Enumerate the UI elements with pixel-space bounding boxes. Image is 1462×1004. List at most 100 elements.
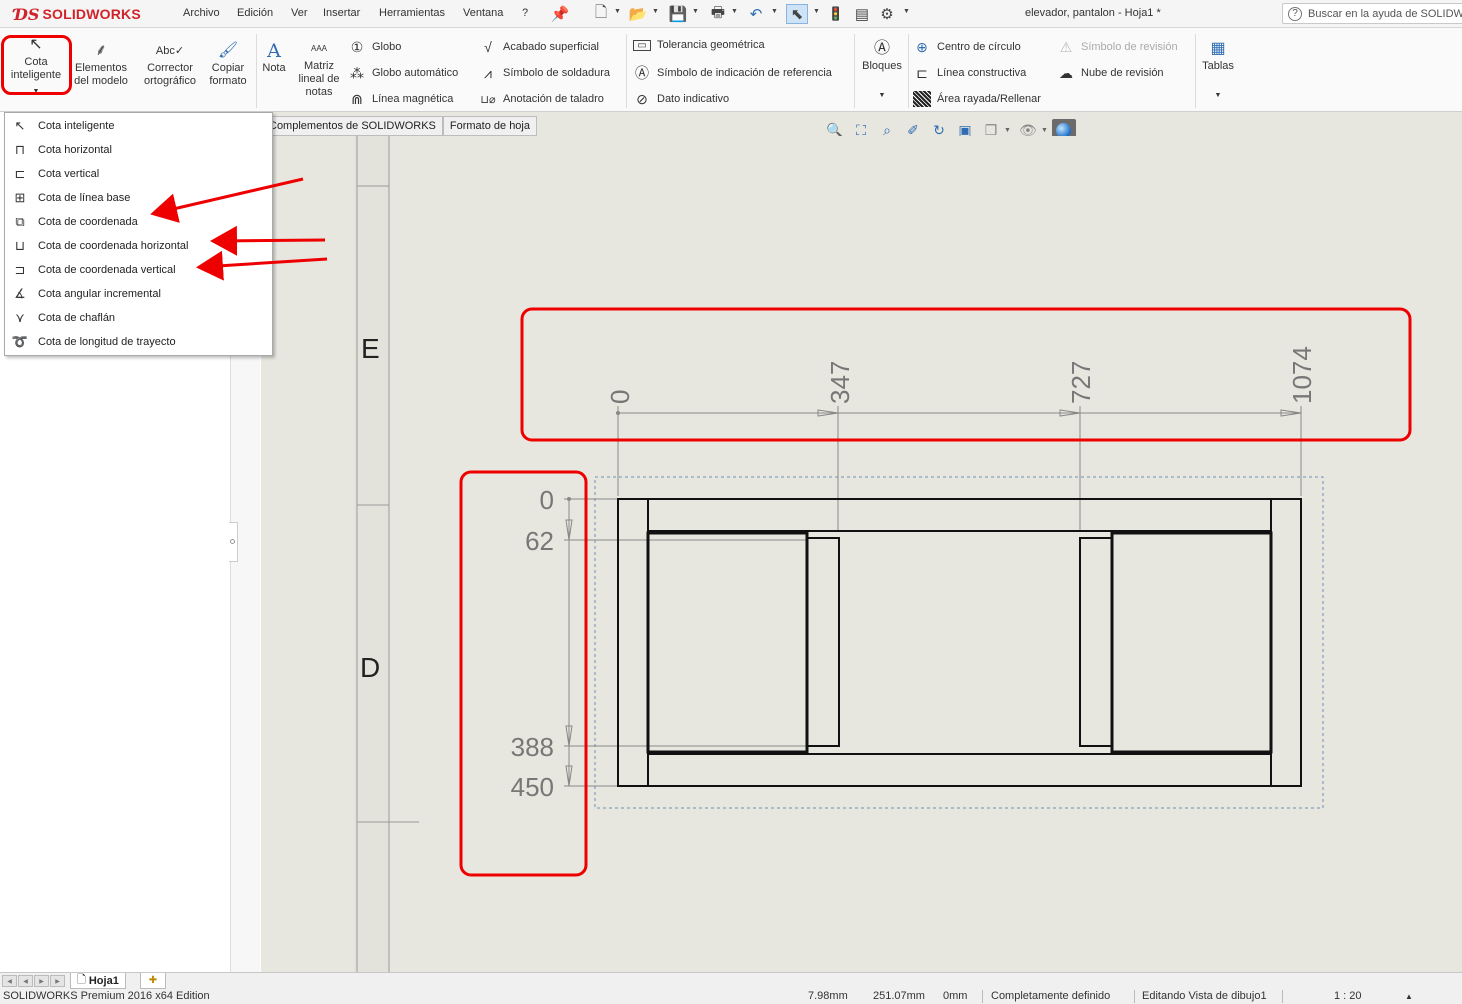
menu-item-label: Cota de coordenada vertical [38,264,176,276]
sheet-tab-hoja1[interactable]: 🗋 Hoja1 [70,973,126,989]
drawing-canvas[interactable]: E D 0 347 727 1074 0 62 388 450 [261,136,1462,972]
menu-ver[interactable]: Ver [291,7,308,19]
ribbon-separator [1195,34,1196,108]
drawing-view-boundary[interactable] [594,476,1324,809]
undo-dropdown-caret-icon[interactable]: ▼ [771,8,778,15]
note-button[interactable]: A Nota [259,42,289,75]
geometric-tolerance-icon: ▭ [633,39,651,51]
area-hatch-label: Área rayada/Rellenar [937,93,1041,105]
print-dropdown-caret-icon[interactable]: ▼ [731,8,738,15]
menu-item-label: Cota horizontal [38,144,112,156]
save-icon[interactable]: 💾 [668,4,688,24]
select-dropdown-caret-icon[interactable]: ▼ [813,8,820,15]
open-dropdown-caret-icon[interactable]: ▼ [652,8,659,15]
options-gear-icon[interactable]: ⚙ [877,4,897,24]
blocks-button[interactable]: Ⓐ Bloques ▼ [858,40,906,102]
tables-button[interactable]: ▦ Tablas ▼ [1198,40,1238,102]
menu-item-baseline-dimension[interactable]: ⊞ Cota de línea base [5,186,272,210]
magnetic-line-label: Línea magnética [372,93,454,105]
menu-item-vertical-dimension[interactable]: ⊏ Cota vertical [5,162,272,186]
menu-archivo[interactable]: Archivo [183,7,220,19]
tab-complementos[interactable]: Complementos de SOLIDWORKS [262,116,443,136]
balloon-button[interactable]: ① Globo [348,39,402,55]
status-scale[interactable]: 1 : 20 [1334,990,1362,1002]
magnetic-line-button[interactable]: ⋒ Línea magnética [348,91,453,107]
prev-sheet-icon[interactable]: ◀ [18,975,33,987]
menu-item-horizontal-dimension[interactable]: ⊓ Cota horizontal [5,138,272,162]
format-painter-button[interactable]: 🖌 Copiar formato [204,42,252,88]
menu-item-smart-dimension[interactable]: ↖ Cota inteligente [5,114,272,138]
auto-balloon-button[interactable]: ⁂ Globo automático [348,65,458,81]
tables-caret-icon[interactable]: ▼ [1198,89,1238,102]
print-icon[interactable]: 🖶 [708,4,728,24]
vertical-ordinate-dimensions[interactable] [564,497,807,787]
help-search-box[interactable]: ? Buscar en la ayuda de SOLIDWORKS [1282,3,1462,24]
revision-cloud-icon: ☁ [1059,64,1073,81]
menu-herramientas[interactable]: Herramientas [379,7,445,19]
menu-item-label: Cota de chaflán [38,312,116,324]
open-folder-icon[interactable]: 📂 [628,4,648,24]
weld-symbol-button[interactable]: ⩘ Símbolo de soldadura [479,65,610,81]
options-dropdown-caret-icon[interactable]: ▼ [903,8,910,15]
center-mark-button[interactable]: ⊕ Centro de círculo [913,39,1021,55]
menu-item-horizontal-ordinate[interactable]: ⊔ Cota de coordenada horizontal [5,234,272,258]
menu-item-label: Cota de línea base [38,192,131,204]
rebuild-traffic-light-icon[interactable]: 🚦 [826,4,846,24]
save-dropdown-caret-icon[interactable]: ▼ [692,8,699,15]
undo-icon[interactable]: ↶ [746,4,766,24]
part-drawing-geometry[interactable] [617,498,1302,787]
new-dropdown-caret-icon[interactable]: ▼ [614,8,621,15]
menu-item-angular-running[interactable]: ∡ Cota angular incremental [5,282,272,306]
hole-callout-button[interactable]: ⊔⌀ Anotación de taladro [479,91,604,107]
revision-cloud-button[interactable]: ☁ Nube de revisión [1057,65,1164,81]
auto-balloon-icon: ⁂ [350,64,364,81]
spell-checker-button[interactable]: Abc✓ Corrector ortográfico [138,42,202,88]
datum-target-button[interactable]: ⊘ Dato indicativo [633,91,729,107]
scale-caret-icon[interactable]: ▲ [1405,992,1413,1001]
highlight-box-smart-dimension [1,35,72,95]
select-pointer-icon[interactable]: ⬉ [786,4,808,24]
model-items-icon: ⸙ [94,42,107,59]
surface-finish-label: Acabado superficial [503,41,600,53]
help-search-input[interactable]: Buscar en la ayuda de SOLIDWORKS [1308,8,1462,20]
solidworks-logo[interactable]: ƊS SOLIDWORKS [14,3,141,25]
datum-feature-label: Símbolo de indicación de referencia [657,67,832,79]
vertical-dimension-icon: ⊏ [14,166,26,181]
panel-collapse-handle[interactable] [229,522,238,562]
blocks-caret-icon[interactable]: ▼ [858,89,906,102]
centerline-button[interactable]: ⊏ Línea constructiva [913,65,1026,81]
new-document-icon[interactable]: 🗋 [592,4,610,24]
model-items-button[interactable]: ⸙ Elementos del modelo [72,42,130,88]
area-hatch-button[interactable]: Área rayada/Rellenar [913,91,1041,107]
brand-name: SOLIDWORKS [42,6,141,22]
last-sheet-icon[interactable]: ▶ [50,975,65,987]
pin-icon[interactable]: 📌 [551,4,570,24]
menu-ventana[interactable]: Ventana [463,7,503,19]
first-sheet-icon[interactable]: ◀ [2,975,17,987]
menu-item-ordinate-dimension[interactable]: ⧉ Cota de coordenada [5,210,272,234]
file-properties-icon[interactable]: ▤ [852,4,872,24]
datum-target-label: Dato indicativo [657,93,730,105]
display-style-caret-icon[interactable]: ▼ [1004,127,1011,134]
menu-insertar[interactable]: Insertar [323,7,360,19]
format-painter-icon: 🖌 [217,42,239,59]
next-sheet-icon[interactable]: ▶ [34,975,49,987]
menu-item-vertical-ordinate[interactable]: ⊐ Cota de coordenada vertical [5,258,272,282]
horizontal-ordinate-dimensions[interactable] [616,406,1302,531]
menu-item-path-length[interactable]: ➰ Cota de longitud de trayecto [5,330,272,354]
tab-formato-de-hoja[interactable]: Formato de hoja [442,116,537,136]
menu-help[interactable]: ? [522,7,528,19]
menu-item-chamfer-dimension[interactable]: ⋎ Cota de chaflán [5,306,272,330]
revision-symbol-button[interactable]: ⚠ Símbolo de revisión [1057,39,1178,55]
hide-show-caret-icon[interactable]: ▼ [1041,127,1048,134]
status-z-coordinate: 0mm [943,990,968,1002]
ds-logo-icon: ƊS [14,4,40,24]
ordinate-label-v-0: 0 [540,485,554,515]
linear-note-pattern-button[interactable]: AAA Matriz lineal de notas [293,40,345,99]
menu-edicion[interactable]: Edición [237,7,273,19]
surface-finish-button[interactable]: √ Acabado superficial [479,39,599,55]
add-sheet-icon[interactable]: ✚ [140,973,166,989]
spell-checker-label: Corrector ortográfico [144,62,196,87]
datum-feature-button[interactable]: Ⓐ Símbolo de indicación de referencia [633,65,832,81]
geometric-tolerance-button[interactable]: ▭ Tolerancia geométrica [633,39,765,51]
